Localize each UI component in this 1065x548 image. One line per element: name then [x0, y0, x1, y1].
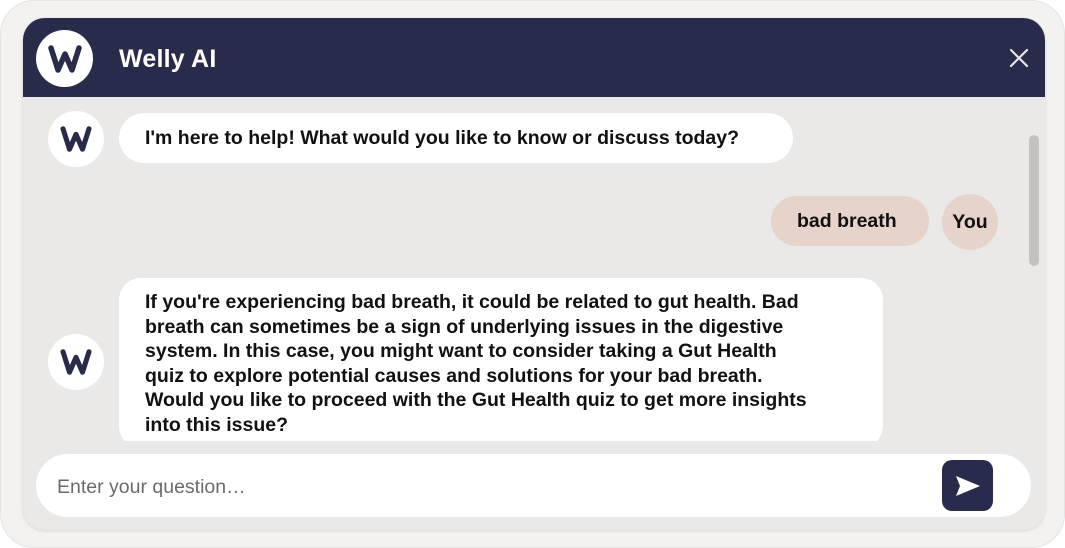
assistant-message: I'm here to help! What would you like to…	[119, 113, 793, 163]
question-input[interactable]	[55, 466, 919, 508]
message-line: into this issue?	[145, 413, 289, 436]
message-line: quiz to explore potential causes and sol…	[145, 364, 763, 387]
chat-window: Welly AI I'm here to help! What would yo…	[23, 18, 1045, 530]
close-icon	[1009, 48, 1029, 68]
user-avatar-label: You	[952, 210, 988, 233]
chat-header: Welly AI	[23, 18, 1045, 97]
chat-widget-frame: Welly AI I'm here to help! What would yo…	[0, 0, 1065, 548]
close-button[interactable]	[1007, 46, 1031, 70]
message-scrollbar[interactable]	[1029, 135, 1039, 266]
welly-w-icon	[60, 126, 92, 152]
send-button[interactable]	[942, 460, 993, 511]
composer	[36, 454, 1031, 517]
message-text: I'm here to help! What would you like to…	[145, 127, 740, 149]
message-line: system. In this case, you might want to …	[145, 340, 777, 362]
welly-logo	[36, 30, 93, 87]
assistant-avatar	[48, 111, 104, 167]
chat-title: Welly AI	[119, 45, 217, 73]
message-line: breath can sometimes be a sign of underl…	[145, 315, 784, 338]
message-text: bad breath	[797, 210, 897, 232]
welly-w-icon	[47, 44, 82, 73]
send-icon	[955, 475, 980, 496]
user-message: bad breath	[771, 196, 929, 246]
assistant-avatar	[48, 334, 104, 390]
message-list: I'm here to help! What would you like to…	[23, 97, 1045, 441]
message-line: Would you like to proceed with the Gut H…	[145, 389, 807, 411]
message-line: If you're experiencing bad breath, it co…	[145, 291, 799, 313]
assistant-message: If you're experiencing bad breath, it co…	[119, 278, 883, 441]
welly-w-icon	[60, 349, 92, 375]
user-avatar: You	[942, 194, 998, 250]
